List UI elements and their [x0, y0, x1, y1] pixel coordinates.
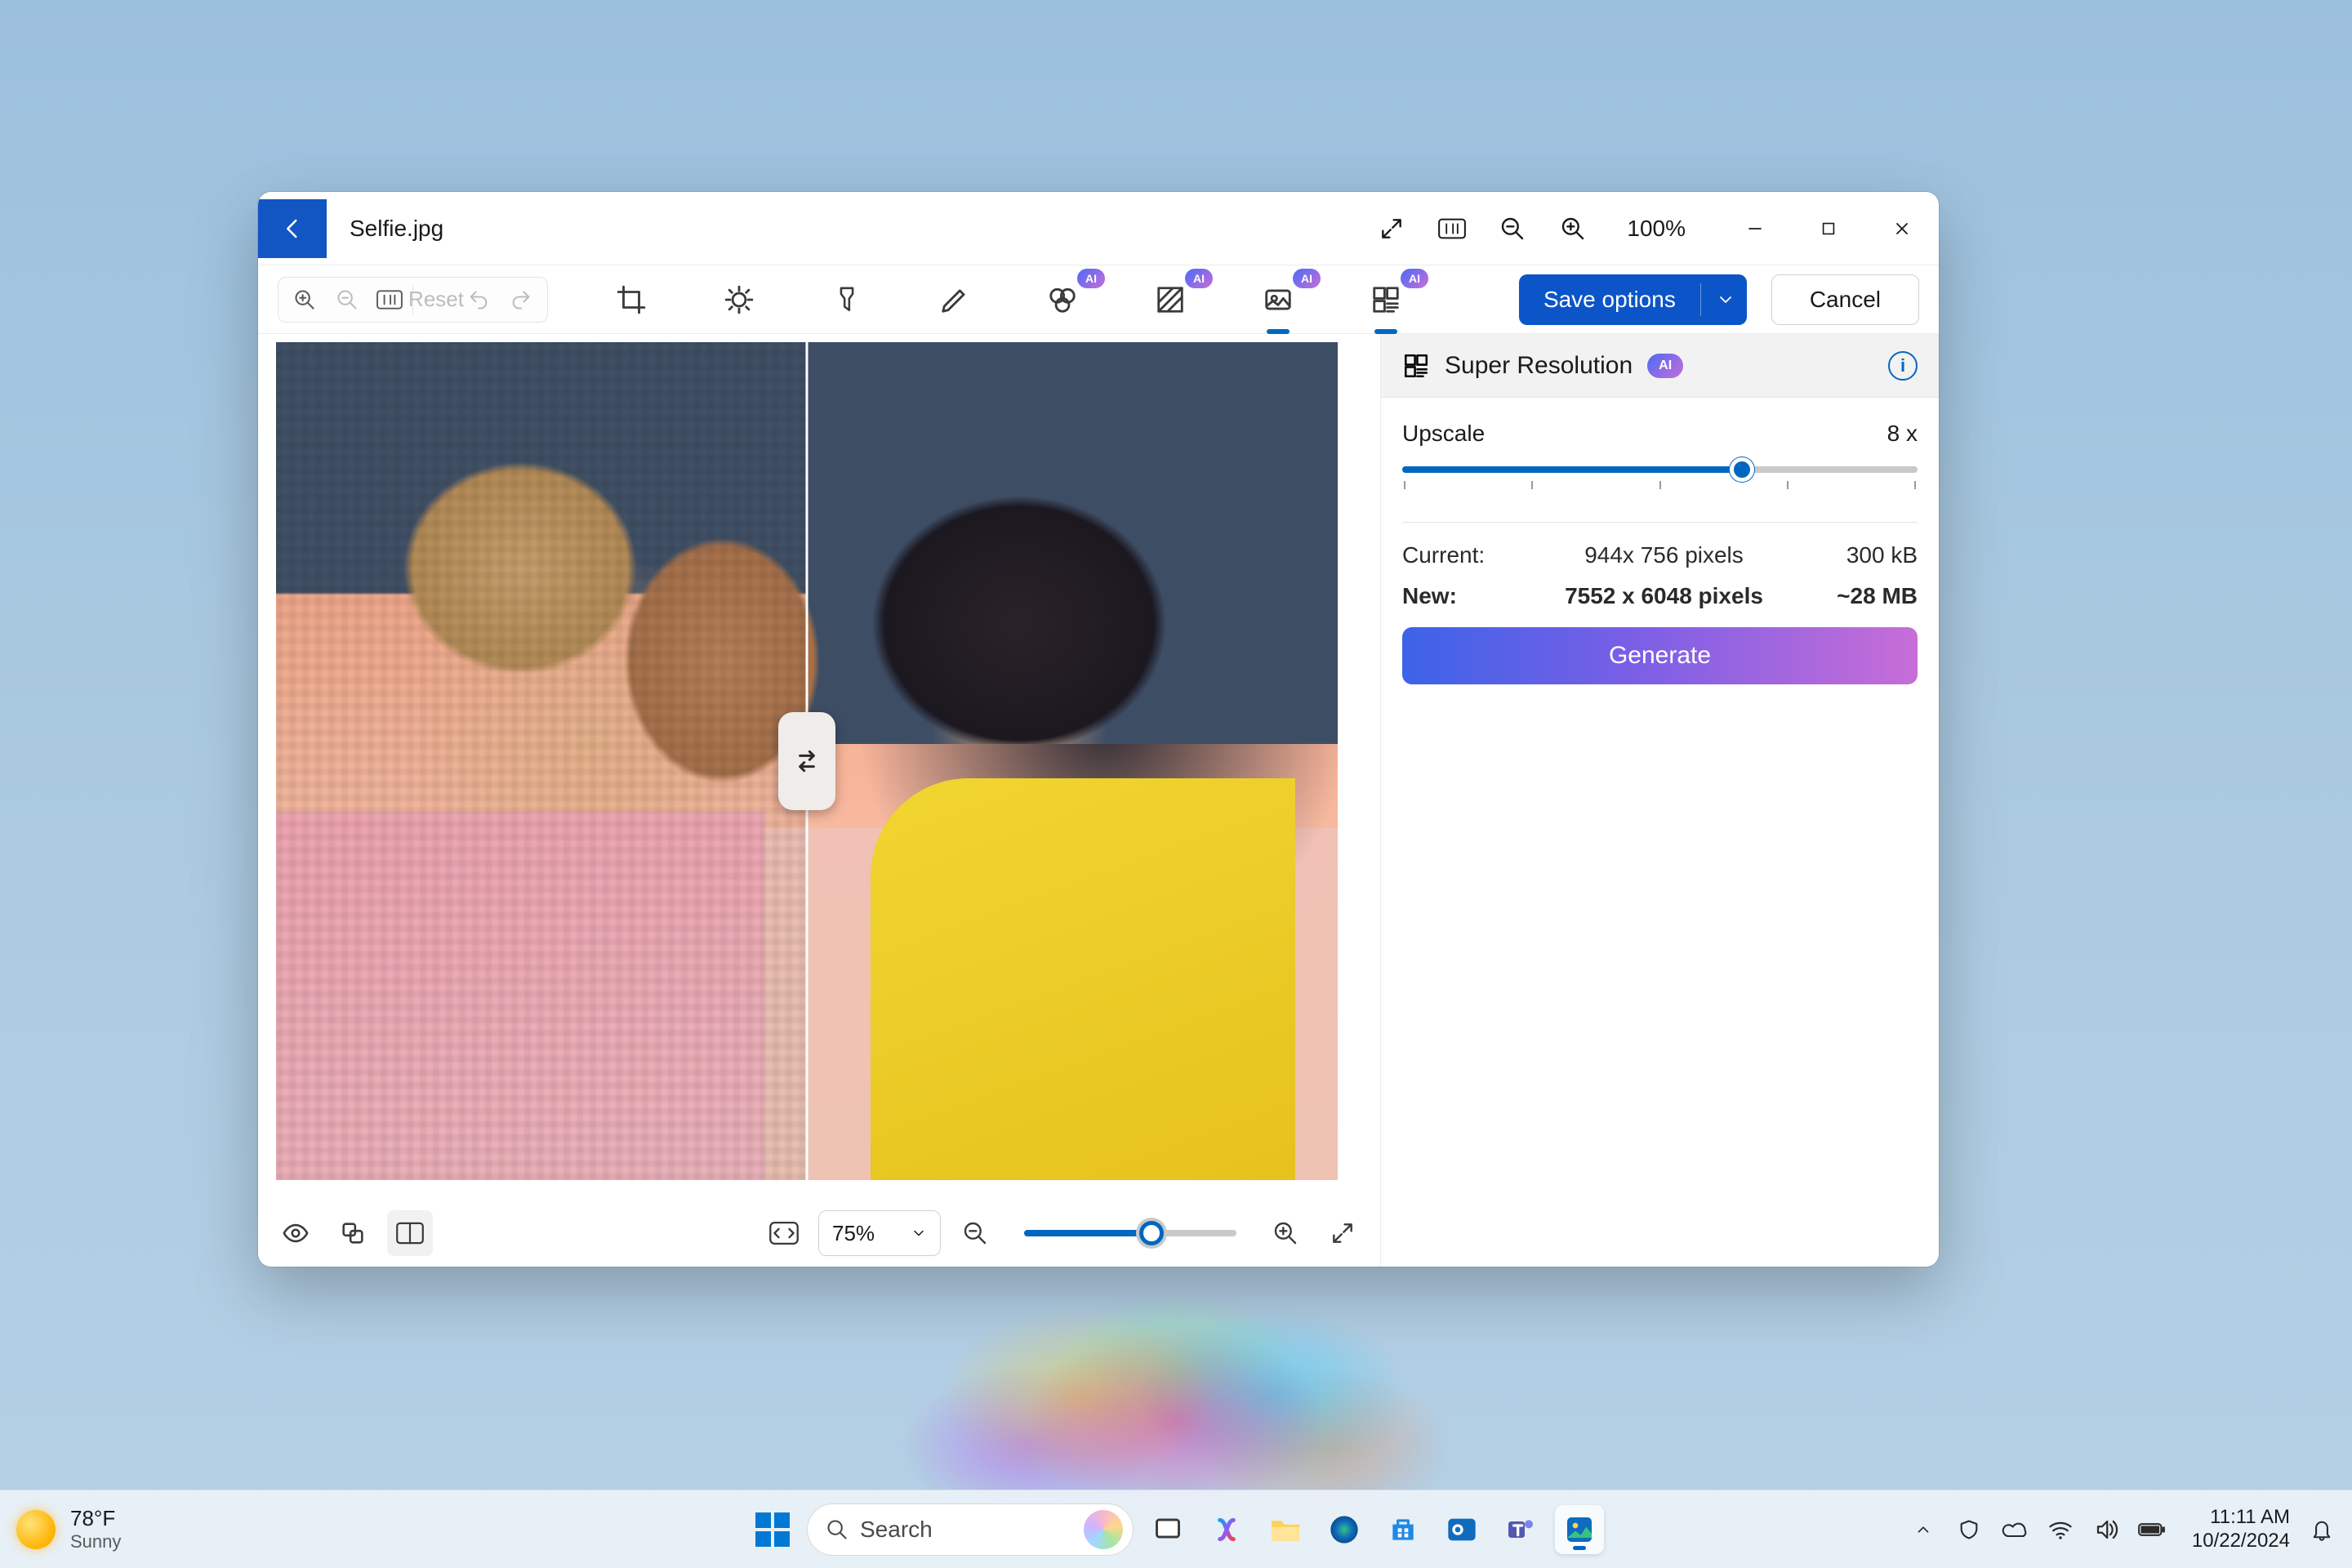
- info-button[interactable]: i: [1888, 351, 1918, 381]
- window-maximize-button[interactable]: [1792, 204, 1865, 253]
- window-close-button[interactable]: [1865, 204, 1939, 253]
- actual-size-icon[interactable]: [1437, 214, 1467, 243]
- zoom-in-button[interactable]: [283, 280, 326, 319]
- onedrive-icon[interactable]: [2001, 1516, 2029, 1544]
- sun-icon: [16, 1510, 56, 1549]
- reset-button[interactable]: Reset: [415, 280, 457, 319]
- image-compare-viewer[interactable]: [276, 342, 1338, 1180]
- window-minimize-button[interactable]: [1718, 204, 1792, 253]
- ai-badge-icon: AI: [1401, 269, 1428, 288]
- notifications-icon[interactable]: [2308, 1516, 2336, 1544]
- photos-editor-window: Selfie.jpg 100%: [258, 192, 1939, 1267]
- markup-tool[interactable]: [930, 277, 979, 323]
- zoom-out-icon[interactable]: [1498, 214, 1527, 243]
- toggle-visibility-button[interactable]: [273, 1210, 318, 1256]
- background-tool[interactable]: AI: [1146, 277, 1195, 323]
- clock-time: 11:11 AM: [2192, 1506, 2290, 1530]
- start-button[interactable]: [748, 1505, 797, 1554]
- save-options-button[interactable]: Save options: [1519, 274, 1747, 325]
- current-label: Current:: [1402, 542, 1533, 568]
- file-explorer-icon[interactable]: [1261, 1505, 1310, 1554]
- fullscreen-icon[interactable]: [1377, 214, 1406, 243]
- fit-to-window-button[interactable]: [761, 1210, 807, 1256]
- super-resolution-tool[interactable]: AI: [1361, 277, 1410, 323]
- redo-button[interactable]: [500, 280, 542, 319]
- zoom-in-icon[interactable]: [1558, 214, 1588, 243]
- zoom-level-value: 75%: [832, 1221, 875, 1246]
- volume-icon[interactable]: [2092, 1516, 2120, 1544]
- chevron-down-icon[interactable]: [1700, 283, 1735, 316]
- filename-label: Selfie.jpg: [350, 216, 443, 242]
- new-filesize: ~28 MB: [1795, 583, 1918, 609]
- undo-button[interactable]: [457, 280, 500, 319]
- weather-widget[interactable]: 78°F Sunny: [16, 1507, 121, 1552]
- compare-handle[interactable]: [778, 712, 835, 810]
- zoom-out-footer-button[interactable]: [952, 1210, 998, 1256]
- current-dimensions: 944x 756 pixels: [1533, 542, 1795, 568]
- battery-icon[interactable]: [2138, 1516, 2166, 1544]
- search-icon: [826, 1518, 849, 1541]
- generate-button[interactable]: Generate: [1402, 627, 1918, 684]
- windows-logo-icon: [755, 1512, 790, 1547]
- store-icon[interactable]: [1379, 1505, 1428, 1554]
- teams-icon[interactable]: [1496, 1505, 1545, 1554]
- cancel-button[interactable]: Cancel: [1771, 274, 1919, 325]
- security-icon[interactable]: [1955, 1516, 1983, 1544]
- taskbar-clock[interactable]: 11:11 AM 10/22/2024: [2192, 1506, 2290, 1553]
- weather-condition: Sunny: [70, 1531, 121, 1552]
- taskbar-search[interactable]: Search: [807, 1503, 1134, 1556]
- back-button[interactable]: [258, 199, 327, 258]
- erase-tool[interactable]: AI: [1038, 277, 1087, 323]
- photos-app-icon[interactable]: [1555, 1505, 1604, 1554]
- clock-date: 10/22/2024: [2192, 1530, 2290, 1553]
- new-label: New:: [1402, 583, 1533, 609]
- ai-badge-icon: AI: [1077, 269, 1105, 288]
- canvas-footer: 75%: [258, 1200, 1380, 1267]
- search-highlight-icon: [1084, 1510, 1123, 1549]
- wifi-icon[interactable]: [2047, 1516, 2074, 1544]
- fit-button[interactable]: [368, 280, 411, 319]
- zoom-slider[interactable]: [1024, 1230, 1236, 1236]
- ai-badge-icon: AI: [1185, 269, 1213, 288]
- zoom-history-group: Reset: [278, 277, 548, 323]
- titlebar: Selfie.jpg 100%: [258, 192, 1939, 265]
- zoom-in-footer-button[interactable]: [1263, 1210, 1308, 1256]
- fullscreen-footer-button[interactable]: [1320, 1210, 1365, 1256]
- outlook-icon[interactable]: [1437, 1505, 1486, 1554]
- retouch-tool[interactable]: AI: [1254, 277, 1303, 323]
- upscale-slider-ticks: [1402, 481, 1918, 489]
- upscale-value: 8 x: [1887, 421, 1918, 447]
- editor-toolbar: Reset AI: [258, 265, 1939, 334]
- taskbar: 78°F Sunny Search: [0, 1490, 2352, 1568]
- super-resolution-panel: Super Resolution AI i Upscale 8 x Curren…: [1380, 334, 1939, 1267]
- copilot-icon[interactable]: [1202, 1505, 1251, 1554]
- ai-badge-icon: AI: [1647, 354, 1683, 378]
- zoom-out-button[interactable]: [326, 280, 368, 319]
- super-resolution-icon: [1402, 352, 1430, 380]
- task-view-button[interactable]: [1143, 1505, 1192, 1554]
- panel-title: Super Resolution: [1445, 352, 1633, 380]
- upscale-label: Upscale: [1402, 421, 1485, 447]
- current-filesize: 300 kB: [1795, 542, 1918, 568]
- search-placeholder: Search: [860, 1517, 933, 1543]
- zoom-level-select[interactable]: 75%: [818, 1210, 941, 1256]
- save-options-label: Save options: [1544, 287, 1676, 313]
- ai-badge-icon: AI: [1293, 269, 1321, 288]
- compare-view-button[interactable]: [387, 1210, 433, 1256]
- filter-tool[interactable]: [822, 277, 871, 323]
- adjust-tool[interactable]: [715, 277, 764, 323]
- upscale-slider[interactable]: [1402, 466, 1918, 473]
- crop-tool[interactable]: [607, 277, 656, 323]
- weather-temperature: 78°F: [70, 1507, 121, 1531]
- canvas-area: 75%: [258, 334, 1380, 1267]
- new-dimensions: 7552 x 6048 pixels: [1533, 583, 1795, 609]
- edge-icon[interactable]: [1320, 1505, 1369, 1554]
- layers-button[interactable]: [330, 1210, 376, 1256]
- zoom-percent-label: 100%: [1627, 216, 1686, 242]
- editor-content: 75% Super Resolut: [258, 334, 1939, 1267]
- tray-overflow-icon[interactable]: [1909, 1516, 1937, 1544]
- panel-header: Super Resolution AI i: [1381, 334, 1939, 398]
